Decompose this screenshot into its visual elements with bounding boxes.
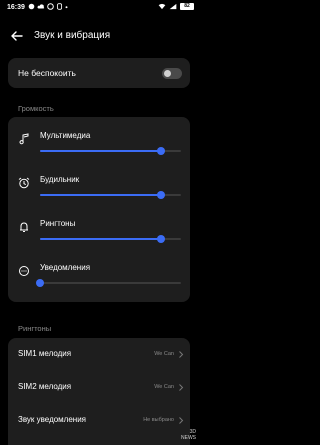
ringtones-section-title: Рингтоны [18, 324, 52, 333]
slider-fill [40, 150, 162, 152]
chevron-right-icon [179, 384, 184, 391]
list-value: We Can [154, 351, 174, 357]
back-arrow-icon[interactable] [10, 29, 24, 43]
cloud-icon [37, 4, 45, 9]
notification-volume-slider[interactable] [36, 279, 181, 287]
volume-row-media: Мультимедиа [8, 121, 190, 165]
volume-row-alarm: Будильник [8, 165, 190, 209]
list-label: SIM2 мелодия [18, 382, 72, 391]
volume-row-notifications: Уведомления [8, 253, 190, 297]
volume-label: Уведомления [40, 263, 91, 272]
ringtones-card: SIM1 мелодия We Can SIM2 мелодия We Can … [8, 338, 190, 445]
slider-thumb[interactable] [157, 191, 166, 199]
dnd-label: Не беспокоить [18, 68, 76, 78]
watermark-line: NEWS [181, 435, 196, 441]
chevron-right-icon [179, 417, 184, 424]
toggle-knob [164, 70, 171, 77]
notification-icons [28, 3, 68, 10]
slider-thumb[interactable] [157, 235, 166, 243]
list-item-sim2[interactable]: SIM2 мелодия We Can [8, 372, 190, 404]
bell-icon [20, 222, 28, 232]
chat-bubble-icon [19, 266, 29, 276]
slider-fill [40, 194, 162, 196]
media-volume-slider[interactable] [40, 147, 181, 155]
volume-section-title: Громкость [18, 104, 54, 113]
chevron-right-icon [179, 351, 184, 358]
list-label: Звук уведомления [18, 415, 87, 424]
battery-icon: 82 [180, 3, 194, 10]
watermark-logo: 3D NEWS [181, 429, 196, 441]
page-title: Звук и вибрация [34, 30, 111, 41]
volume-label: Рингтоны [40, 219, 76, 228]
music-note-icon [19, 133, 29, 145]
notification-icon [28, 3, 35, 10]
ringtone-volume-slider[interactable] [40, 235, 181, 243]
signal-icon [169, 3, 177, 10]
chat-icon [47, 3, 54, 10]
list-label: SIM1 мелодия [18, 349, 72, 358]
slider-thumb[interactable] [36, 279, 44, 287]
slider-fill [40, 238, 162, 240]
link-icon [56, 3, 63, 10]
alarm-volume-slider[interactable] [40, 191, 181, 199]
status-bar: 16:39 82 [0, 0, 200, 16]
wifi-icon [158, 3, 166, 10]
list-value: Не выбрано [143, 417, 174, 423]
dnd-toggle[interactable] [162, 68, 182, 79]
list-item-sim1[interactable]: SIM1 мелодия We Can [8, 339, 190, 371]
slider-thumb[interactable] [157, 147, 166, 155]
dnd-row[interactable]: Не беспокоить [8, 58, 190, 88]
list-item-notification-sound[interactable]: Звук уведомления Не выбрано [8, 405, 190, 437]
status-time: 16:39 [7, 4, 25, 11]
header: Звук и вибрация [0, 24, 200, 48]
volume-card: Мультимедиа Будильник Рингтоны Уведомлен… [8, 117, 190, 302]
volume-row-ringtone: Рингтоны [8, 209, 190, 253]
alarm-clock-icon [18, 177, 30, 189]
volume-label: Будильник [40, 175, 80, 184]
system-icons: 82 [158, 3, 194, 10]
list-value: We Can [154, 384, 174, 390]
more-dot-icon [65, 6, 68, 9]
volume-label: Мультимедиа [40, 131, 91, 140]
